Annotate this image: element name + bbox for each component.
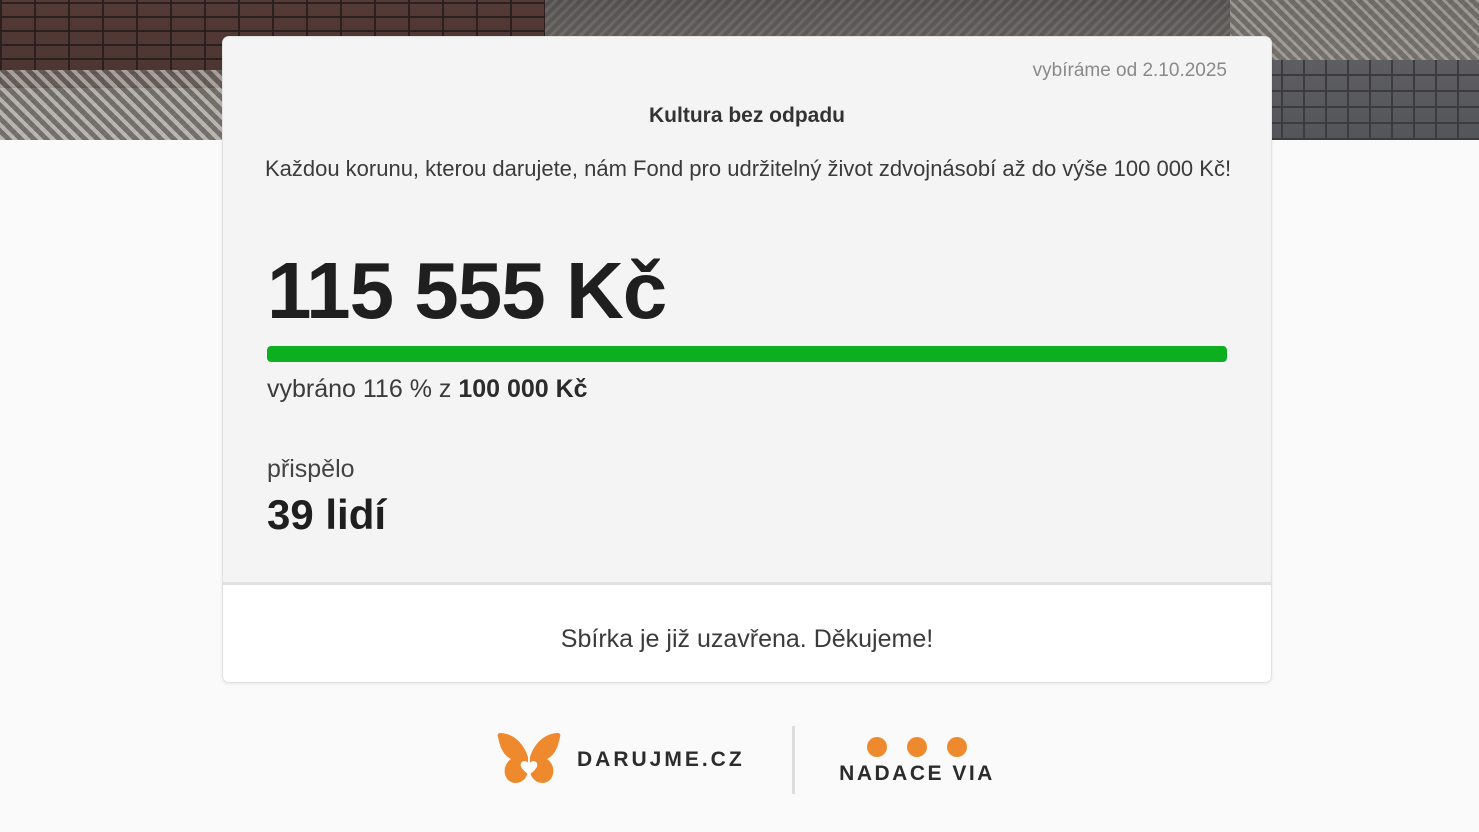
- darujme-logo-link[interactable]: DARUJME.CZ: [497, 732, 745, 788]
- progress-text: vybráno 116 % z 100 000 Kč: [267, 375, 588, 404]
- campaign-description: Každou korunu, kterou darujete, nám Fond…: [264, 156, 1232, 181]
- campaign-title: Kultura bez odpadu: [649, 104, 845, 127]
- progress-bar-fill: [267, 346, 1227, 362]
- footer: DARUJME.CZ NADACE VIA: [0, 722, 1479, 802]
- butterfly-heart-icon: [497, 731, 561, 790]
- campaign-card: vybíráme od 2.10.2025 Kultura bez odpadu…: [222, 36, 1272, 683]
- campaign-start-date: vybíráme od 2.10.2025: [1032, 60, 1227, 81]
- nadace-via-logo-link[interactable]: NADACE VIA: [836, 734, 998, 790]
- progress-text-prefix: vybráno 116 % z: [267, 375, 459, 403]
- progress-goal: 100 000 Kč: [458, 375, 588, 403]
- hero-pavement: [0, 70, 230, 140]
- campaign-summary: vybíráme od 2.10.2025 Kultura bez odpadu…: [223, 37, 1271, 585]
- donors-count: 39 lidí: [267, 491, 387, 538]
- campaign-closed-message: Sbírka je již uzavřena. Děkujeme!: [560, 625, 934, 653]
- raised-amount: 115 555 Kč: [267, 246, 667, 335]
- progress-bar: [267, 346, 1227, 362]
- nadace-via-label: NADACE VIA: [839, 762, 995, 785]
- hero-paving-stones: [1259, 60, 1479, 140]
- donors-label: přispělo: [267, 455, 355, 483]
- three-dots-icon: [866, 736, 968, 758]
- darujme-label: DARUJME.CZ: [577, 748, 745, 771]
- footer-divider: [792, 726, 795, 794]
